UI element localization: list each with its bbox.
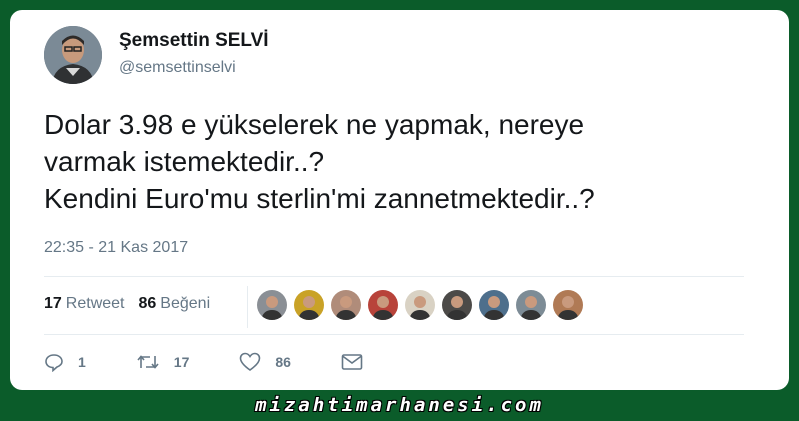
reply-count: 1 (78, 354, 86, 370)
heart-icon (240, 352, 261, 371)
retweet-button[interactable]: 17 (136, 352, 190, 372)
retweet-icon (137, 355, 159, 369)
tweet-line: Dolar 3.98 e yükselerek ne yapmak, nerey… (44, 109, 585, 140)
retweet-stat-count: 17 (44, 295, 62, 312)
site-watermark: mizahtimarhanesi.com (255, 394, 544, 416)
liker-avatar[interactable] (442, 290, 472, 320)
envelope-icon (341, 354, 363, 370)
like-stat-label: Beğeni (160, 295, 211, 312)
like-count: 86 (275, 354, 291, 370)
liker-avatar[interactable] (294, 290, 324, 320)
tweet-card: Şemsettin SELVİ @semsettinselvi Dolar 3.… (10, 10, 789, 390)
retweet-stat[interactable]: 17 Retweet (44, 295, 125, 313)
tweet-timestamp[interactable]: 22:35 - 21 Kas 2017 (44, 239, 188, 257)
tweet-line: Kendini Euro'mu sterlin'mi zannetmektedi… (44, 183, 595, 214)
author-handle[interactable]: @semsettinselvi (119, 59, 236, 77)
stats-separator (247, 286, 248, 328)
tweet-actions: 1 17 86 (44, 352, 427, 372)
tweet-text: Dolar 3.98 e yükselerek ne yapmak, nerey… (44, 106, 764, 217)
reply-button[interactable]: 1 (44, 352, 86, 372)
divider (44, 334, 744, 335)
liker-avatar[interactable] (257, 290, 287, 320)
tweet-stats: 17 Retweet 86 Beğeni (44, 295, 210, 313)
liker-avatar[interactable] (479, 290, 509, 320)
direct-message-button[interactable] (341, 353, 377, 371)
liker-avatar[interactable] (405, 290, 435, 320)
like-button[interactable]: 86 (239, 352, 291, 372)
retweet-stat-label: Retweet (65, 295, 125, 312)
tweet-line: varmak istemektedir..? (44, 146, 325, 177)
liker-avatar[interactable] (331, 290, 361, 320)
like-stat[interactable]: 86 Beğeni (139, 295, 211, 313)
liker-avatar[interactable] (553, 290, 583, 320)
author-name[interactable]: Şemsettin SELVİ (119, 30, 269, 52)
like-stat-count: 86 (138, 295, 157, 312)
liker-avatar[interactable] (516, 290, 546, 320)
liker-avatars (250, 290, 583, 320)
liker-avatar[interactable] (368, 290, 398, 320)
reply-icon (45, 354, 63, 372)
retweet-count: 17 (173, 354, 190, 370)
author-avatar[interactable] (44, 26, 102, 84)
divider (44, 276, 744, 277)
